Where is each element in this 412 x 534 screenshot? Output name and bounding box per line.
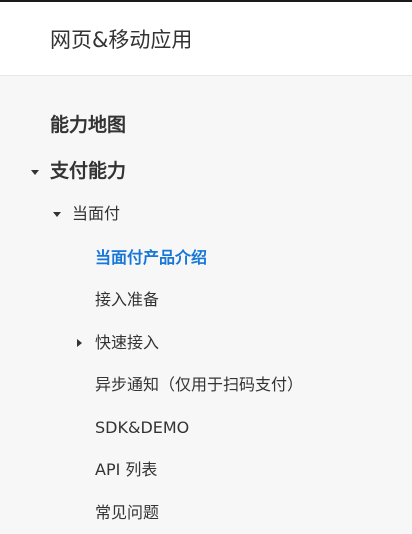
caret-down-icon[interactable] <box>31 170 39 175</box>
nav-item-label: 支付能力 <box>50 160 127 182</box>
nav-item-label: 接入准备 <box>95 290 160 309</box>
caret-right-icon[interactable] <box>77 339 82 347</box>
nav-item-face-to-face-pay[interactable]: 当面付 <box>72 203 120 225</box>
nav-item-api-list[interactable]: API 列表 <box>95 459 157 481</box>
nav-item-label: 能力地图 <box>50 114 127 136</box>
nav-item-quick-access[interactable]: 快速接入 <box>95 332 159 354</box>
sidebar-nav: 能力地图 支付能力 当面付 当面付产品介绍 接入准备 快速接入 异步通知（仅用于… <box>0 77 412 534</box>
nav-item-label: 当面付产品介绍 <box>95 248 208 267</box>
nav-item-label: 异步通知（仅用于扫码支付） <box>95 375 304 394</box>
nav-item-label: 快速接入 <box>95 333 160 352</box>
nav-item-label: SDK&DEMO <box>95 418 190 437</box>
page-title: 网页&移动应用 <box>50 28 193 52</box>
page-header: 网页&移动应用 <box>0 2 412 76</box>
nav-item-faq[interactable]: 常见问题 <box>95 502 159 524</box>
nav-item-payment-capability[interactable]: 支付能力 <box>50 159 126 183</box>
nav-item-product-intro[interactable]: 当面付产品介绍 <box>95 247 207 269</box>
nav-item-capability-map[interactable]: 能力地图 <box>50 113 126 137</box>
caret-down-icon[interactable] <box>53 212 61 217</box>
nav-item-label: 当面付 <box>72 204 121 223</box>
nav-item-label: API 列表 <box>95 460 158 479</box>
nav-item-async-notification[interactable]: 异步通知（仅用于扫码支付） <box>95 374 303 396</box>
nav-item-label: 常见问题 <box>95 503 160 522</box>
nav-item-sdk-demo[interactable]: SDK&DEMO <box>95 417 189 439</box>
nav-item-access-preparation[interactable]: 接入准备 <box>95 289 159 311</box>
